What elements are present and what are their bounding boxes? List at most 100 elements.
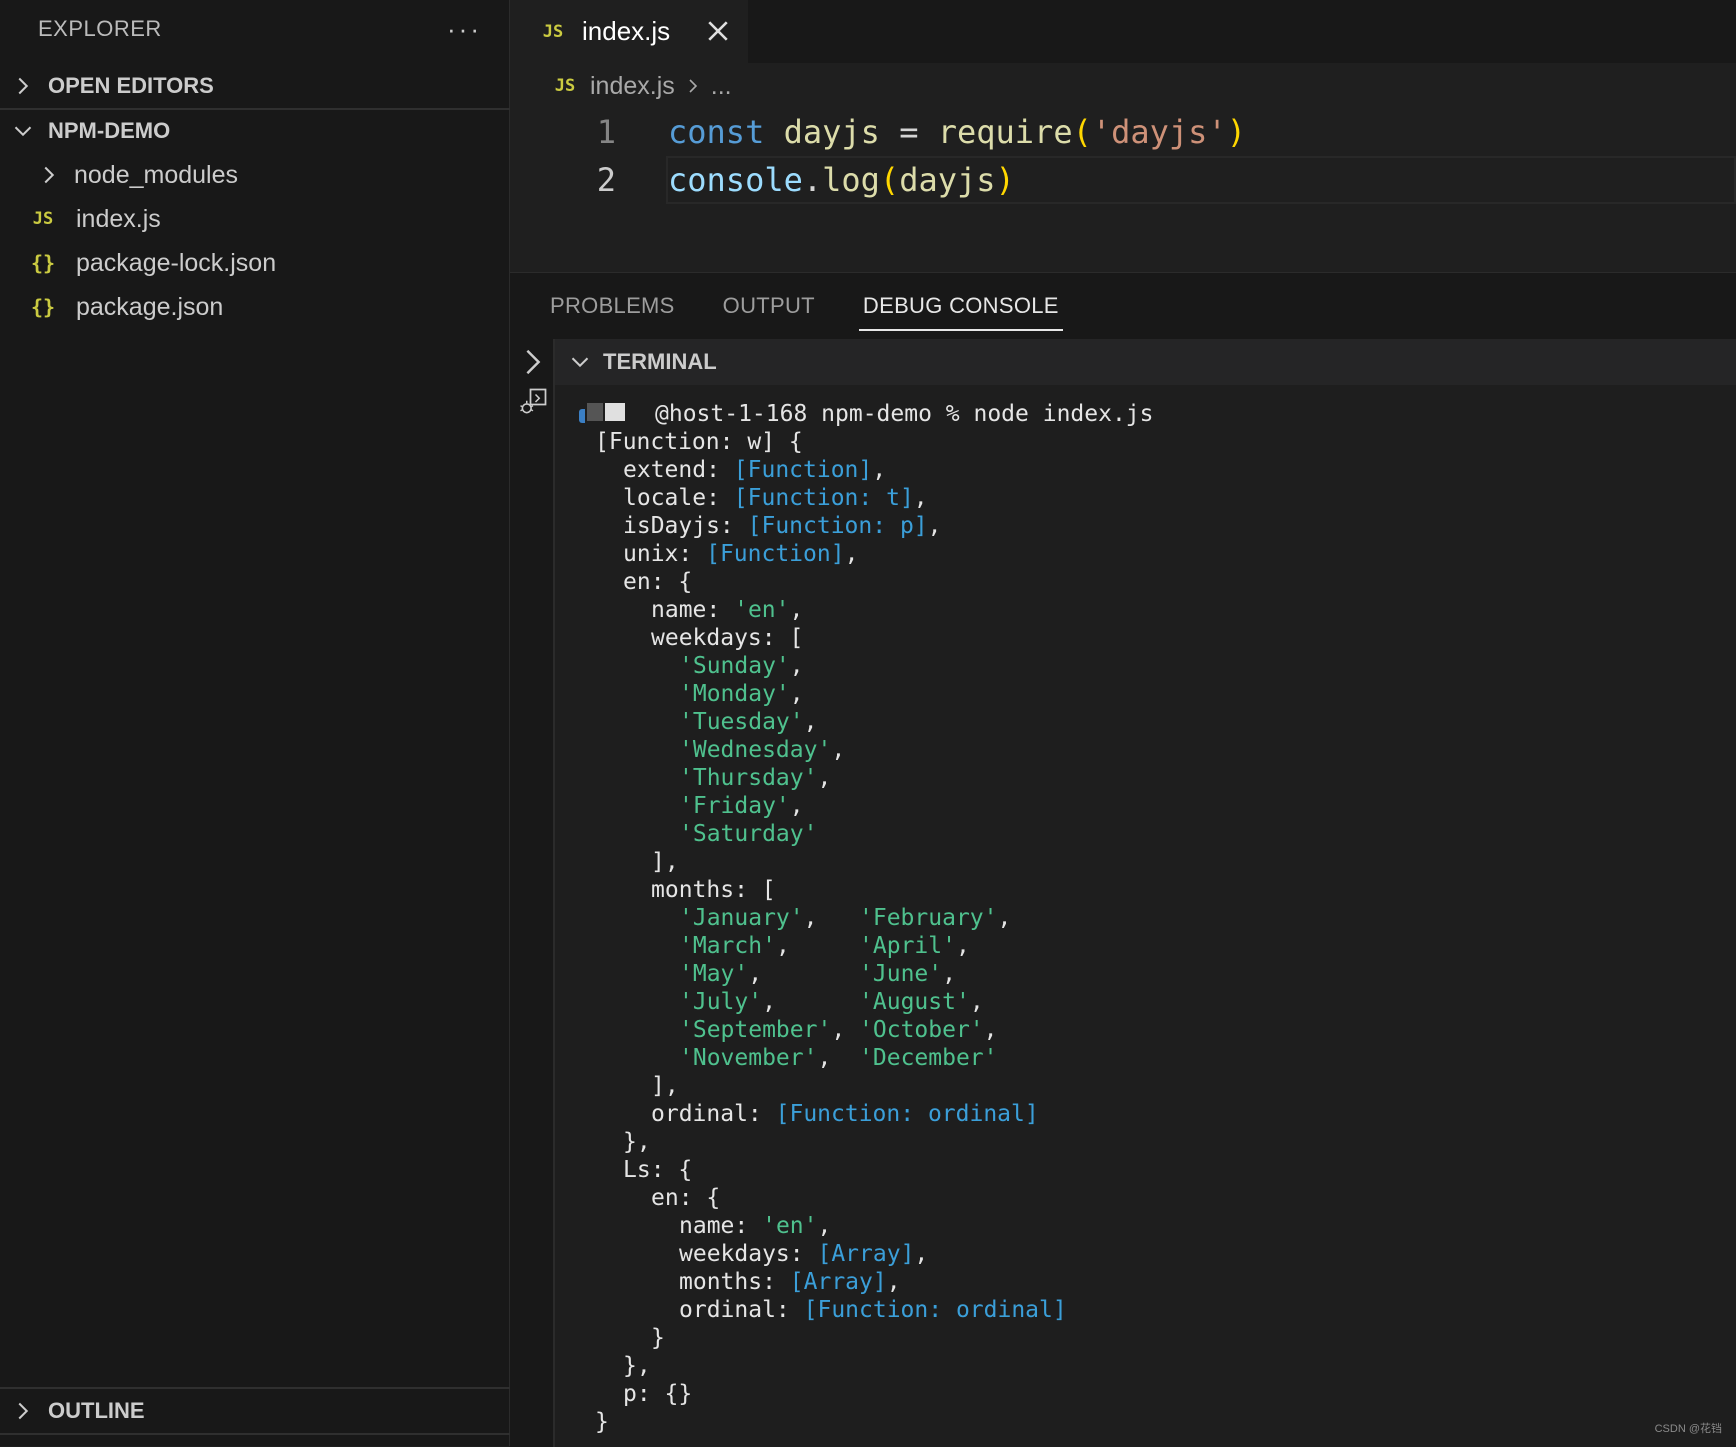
tab-output[interactable]: OUTPUT — [723, 273, 815, 339]
terminal-line: 'Tuesday', — [679, 709, 817, 737]
plain-token: en: { — [651, 1185, 720, 1211]
plain-token: , — [804, 709, 818, 735]
tree-item-node-modules[interactable]: node_modules — [0, 153, 510, 197]
code-token: dayjs — [784, 113, 880, 151]
tab-index-js[interactable]: JS index.js — [510, 0, 748, 63]
string-token: 'May' — [679, 961, 748, 987]
terminal-line: 'Wednesday', — [679, 737, 845, 765]
string-token: 'Sunday' — [679, 653, 790, 679]
code-token: require — [938, 113, 1073, 151]
terminal-line: p: {} — [623, 1381, 692, 1409]
terminal-line: months: [Array], — [679, 1269, 901, 1297]
plain-token: , — [804, 905, 859, 931]
plain-token: , — [998, 905, 1012, 931]
string-token: 'en' — [762, 1213, 817, 1239]
string-token: 'August' — [859, 989, 970, 1015]
string-token: 'April' — [859, 933, 956, 959]
debug-console-icon[interactable] — [518, 387, 548, 417]
panel-tab-bar: PROBLEMS OUTPUT DEBUG CONSOLE — [510, 273, 1736, 339]
project-section[interactable]: NPM-DEMO — [0, 109, 510, 153]
terminal-line: 'Monday', — [679, 681, 804, 709]
terminal-line: }, — [623, 1353, 651, 1381]
tab-debug-console[interactable]: DEBUG CONSOLE — [863, 273, 1059, 339]
string-token: 'Friday' — [679, 793, 790, 819]
section-divider — [0, 1433, 510, 1435]
chevron-right-icon — [10, 1398, 36, 1424]
chevron-right-icon — [36, 162, 62, 188]
code-token: ) — [1227, 113, 1246, 151]
outline-label: OUTLINE — [48, 1398, 145, 1424]
bottom-panel: PROBLEMS OUTPUT DEBUG CONSOLE TERMINAL @… — [510, 272, 1736, 1446]
tree-item-package-lock-json[interactable]: {} package-lock.json — [0, 241, 510, 285]
js-file-icon: JS — [538, 22, 568, 42]
code-line: 1const dayjs = require('dayjs') — [510, 108, 1736, 156]
string-token: 'Monday' — [679, 681, 790, 707]
plain-token: , — [914, 485, 928, 511]
plain-token: months: — [679, 1269, 790, 1295]
plain-token: }, — [623, 1129, 651, 1155]
string-token: 'October' — [859, 1017, 984, 1043]
breadcrumb-file[interactable]: index.js — [590, 72, 675, 101]
plain-token: , — [776, 933, 859, 959]
explorer-sidebar: EXPLORER ··· OPEN EDITORS NPM-DEMO node_… — [0, 0, 510, 1446]
plain-token: , — [928, 513, 942, 539]
tab-label: index.js — [582, 16, 670, 47]
plain-token: unix: — [623, 541, 706, 567]
terminal-line: [Function: w] { — [595, 429, 803, 457]
terminal-line: 'May', 'June', — [679, 961, 956, 989]
string-token: 'June' — [859, 961, 942, 987]
function-token: [Array] — [817, 1241, 914, 1267]
plain-token: [Function: w] { — [595, 429, 803, 455]
chevron-right-icon[interactable] — [518, 347, 548, 377]
plain-token: , — [956, 933, 970, 959]
terminal-line: Ls: { — [623, 1157, 692, 1185]
plain-token: , — [942, 961, 956, 987]
plain-token: Ls: { — [623, 1157, 692, 1183]
plain-token: p: {} — [623, 1381, 692, 1407]
plain-token: , — [970, 989, 984, 1015]
redacted-username — [579, 401, 651, 425]
string-token: 'Thursday' — [679, 765, 817, 791]
plain-token: , — [817, 765, 831, 791]
close-icon[interactable] — [704, 17, 732, 45]
terminal-line: 'Sunday', — [679, 653, 804, 681]
string-token: 'Saturday' — [679, 821, 817, 847]
plain-token: , — [872, 457, 886, 483]
string-token: 'December' — [859, 1045, 997, 1071]
function-token: [Function: p] — [748, 513, 928, 539]
terminal-line: extend: [Function], — [623, 457, 886, 485]
terminal-line: 'January', 'February', — [679, 905, 1011, 933]
editor-area: JS index.js JS index.js ... 1const dayjs… — [510, 0, 1736, 272]
open-editors-section[interactable]: OPEN EDITORS — [0, 64, 510, 108]
terminal-line: 'March', 'April', — [679, 933, 970, 961]
terminal-line: 'Saturday' — [679, 821, 817, 849]
breadcrumb-more[interactable]: ... — [711, 72, 732, 101]
string-token: 'January' — [679, 905, 804, 931]
code-token: . — [803, 161, 822, 199]
function-token: [Function] — [706, 541, 844, 567]
watermark: CSDN @花铛 — [1655, 1420, 1722, 1436]
terminal-prompt: @host-1-168 npm-demo % node index.js — [655, 401, 1154, 429]
string-token: 'September' — [679, 1017, 831, 1043]
terminal-line: 'July', 'August', — [679, 989, 984, 1017]
outline-section[interactable]: OUTLINE — [0, 1389, 510, 1433]
explorer-header: EXPLORER ··· — [0, 0, 510, 58]
terminal-section-header[interactable]: TERMINAL — [555, 339, 1736, 385]
terminal-output[interactable]: @host-1-168 npm-demo % node index.js [Fu… — [555, 385, 1736, 1447]
tree-item-label: node_modules — [74, 161, 238, 190]
plain-token: extend: — [623, 457, 734, 483]
chevron-right-icon — [10, 73, 36, 99]
plain-token: , — [984, 1017, 998, 1043]
tree-item-package-json[interactable]: {} package.json — [0, 285, 510, 329]
chevron-right-icon — [685, 72, 701, 101]
terminal-title: TERMINAL — [603, 349, 717, 375]
terminal-line: weekdays: [Array], — [679, 1241, 928, 1269]
terminal-line: unix: [Function], — [623, 541, 858, 569]
tree-item-index-js[interactable]: JS index.js — [0, 197, 510, 241]
line-number: 2 — [510, 161, 616, 199]
tab-problems[interactable]: PROBLEMS — [550, 273, 675, 339]
terminal-line: en: { — [623, 569, 692, 597]
more-actions-icon[interactable]: ··· — [447, 14, 482, 45]
plain-token: weekdays: [ — [651, 625, 803, 651]
plain-token: ], — [651, 1073, 679, 1099]
